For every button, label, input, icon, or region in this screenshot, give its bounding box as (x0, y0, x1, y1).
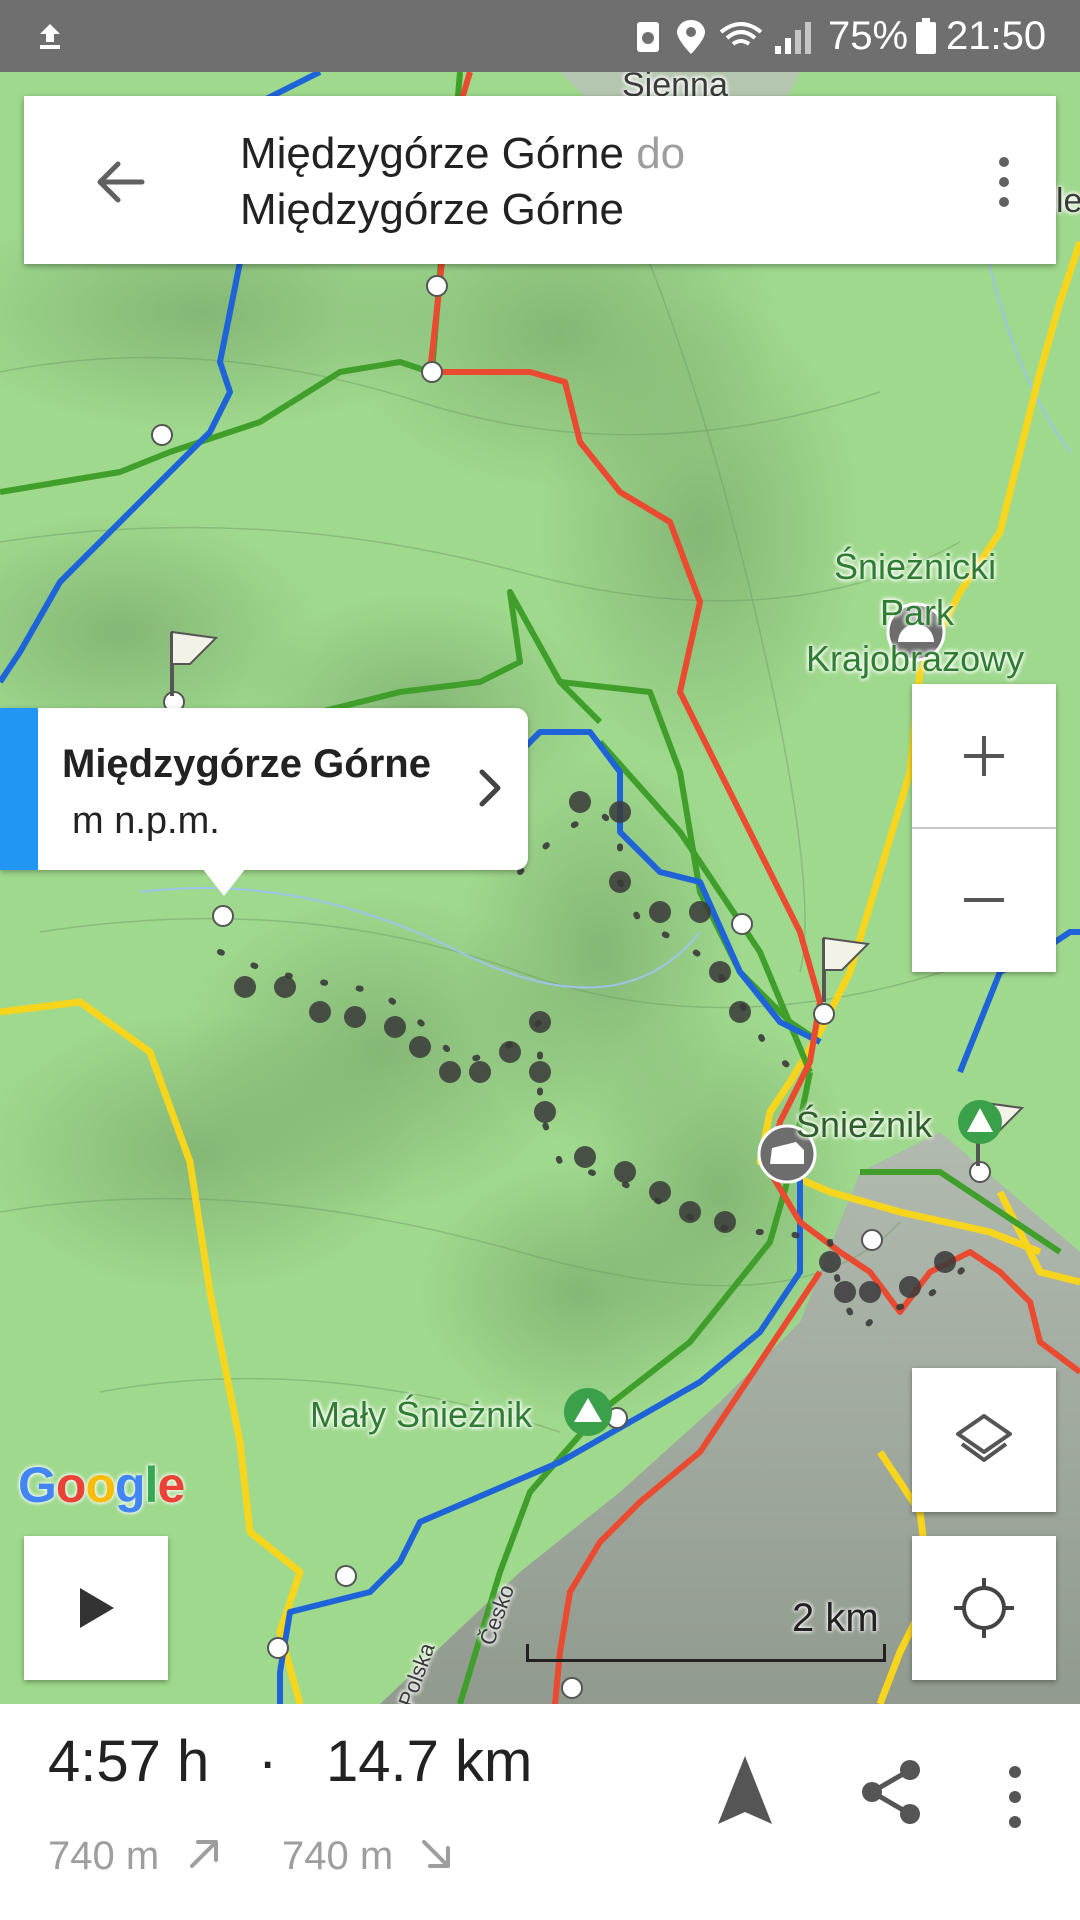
callout-pointer (202, 868, 246, 896)
edge-label: le (1056, 182, 1080, 220)
clock: 21:50 (946, 14, 1047, 58)
arrow-back-icon (97, 161, 145, 203)
upload-icon (40, 24, 60, 49)
battery-icon (916, 18, 936, 54)
navigation-arrow-icon (718, 1756, 772, 1824)
route-destination: Międzygórze Górne (240, 185, 624, 234)
route-connector: do (636, 129, 686, 178)
plus-icon (964, 736, 1004, 776)
layers-button[interactable] (912, 1368, 1056, 1512)
play-icon (80, 1588, 114, 1628)
park-label-line1: Śnieżnicki (834, 546, 997, 587)
chevron-right-icon[interactable] (470, 764, 510, 812)
callout-title: Międzygórze Górne (62, 742, 431, 786)
recycle-icon (637, 22, 659, 52)
scale-bar (526, 1644, 886, 1662)
signal-icon (775, 22, 811, 54)
elevation-ascent: 740 m (48, 1834, 160, 1878)
wifi-icon (719, 22, 763, 46)
status-icons (637, 20, 811, 54)
peak-label-maly-sniezník: Mały Śnieżnik (310, 1394, 533, 1435)
arrow-up-right-icon (190, 1840, 218, 1868)
route-distance: 14.7 km (326, 1729, 533, 1794)
callout-accent (0, 708, 38, 870)
google-logo: Google (18, 1457, 185, 1513)
play-button[interactable] (24, 1536, 168, 1680)
elevation-descent: 740 m (282, 1834, 394, 1878)
back-button[interactable] (84, 146, 156, 218)
route-duration: 4:57 h (48, 1729, 210, 1794)
status-bar: 75% 21:50 (0, 0, 1080, 72)
zoom-controls (912, 684, 1056, 972)
peak-label-sniezník: Śnieżnik (796, 1104, 933, 1145)
battery-percent: 75% (828, 14, 909, 58)
share-button[interactable] (856, 1756, 928, 1828)
zoom-in-button[interactable] (912, 684, 1056, 828)
peak-icon-small (564, 1388, 612, 1436)
navigate-button[interactable] (710, 1752, 780, 1832)
location-icon (677, 20, 705, 54)
more-vertical-icon (999, 157, 1009, 207)
my-location-button[interactable] (912, 1536, 1056, 1680)
park-label-line2: Park (880, 592, 955, 633)
share-icon (862, 1760, 920, 1824)
route-origin: Międzygórze Górne (240, 129, 624, 178)
callout-subtitle: m n.p.m. (72, 800, 220, 842)
summary-menu-button[interactable] (1000, 1762, 1030, 1832)
route-header: Międzygórze Górne do Międzygórze Górne (24, 96, 1056, 264)
header-menu-button[interactable] (984, 152, 1024, 212)
route-summary-panel: 4:57 h · 14.7 km 740 m 740 m (0, 1704, 1080, 1920)
arrow-down-right-icon (422, 1840, 450, 1868)
park-label-line3: Krajobrazowy (806, 638, 1025, 679)
my-location-icon (954, 1578, 1014, 1638)
layers-icon (956, 1414, 1012, 1462)
summary-separator: · (258, 1729, 278, 1794)
scale-label: 2 km (792, 1596, 879, 1640)
more-vertical-icon (1009, 1766, 1021, 1828)
zoom-out-button[interactable] (912, 828, 1056, 972)
route-title: Międzygórze Górne do Międzygórze Górne (240, 126, 685, 238)
peak-icon (958, 1100, 1002, 1144)
minus-icon (964, 898, 1004, 902)
waypoint-callout[interactable]: Międzygórze Górne m n.p.m. (0, 708, 528, 870)
